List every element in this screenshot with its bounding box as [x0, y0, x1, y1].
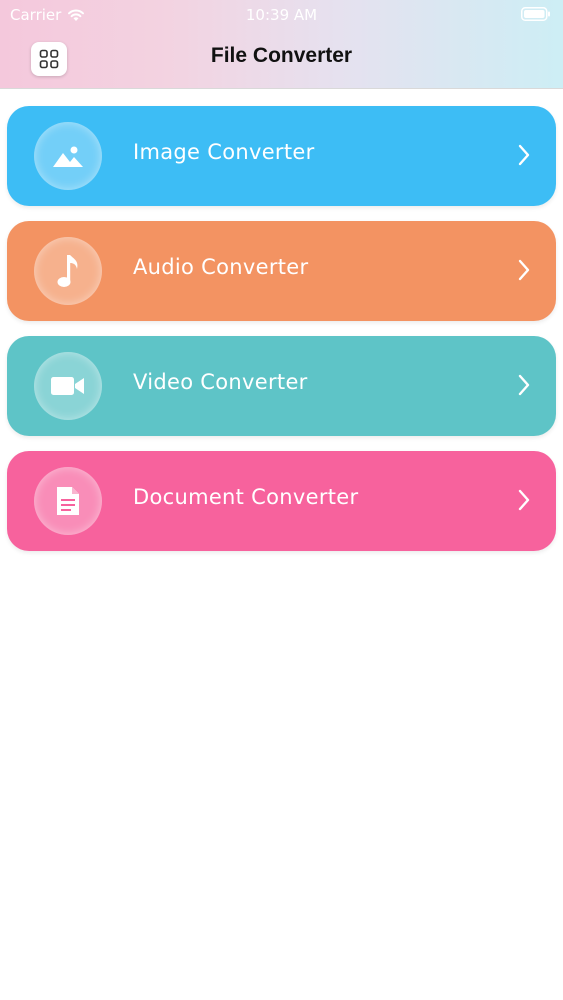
chevron-right-icon [518, 259, 530, 281]
chevron-right-icon [518, 374, 530, 396]
music-note-icon [34, 237, 102, 305]
status-time: 10:39 AM [245, 6, 318, 24]
card-label: Audio Converter [133, 255, 309, 279]
card-label: Document Converter [133, 485, 359, 509]
card-label: Image Converter [133, 140, 315, 164]
image-icon [34, 122, 102, 190]
status-bar: Carrier 10:39 AM [0, 0, 563, 30]
chevron-right-icon [518, 489, 530, 511]
chevron-right-icon [518, 144, 530, 166]
converter-list: Image Converter Audio Converter Video Co… [7, 106, 556, 566]
app-header: Carrier 10:39 AM File Converter [0, 0, 563, 89]
page-title: File Converter [210, 44, 353, 67]
video-converter-card[interactable]: Video Converter [7, 336, 556, 436]
document-icon [34, 467, 102, 535]
battery-icon [521, 7, 551, 21]
document-converter-card[interactable]: Document Converter [7, 451, 556, 551]
video-camera-icon [34, 352, 102, 420]
audio-converter-card[interactable]: Audio Converter [7, 221, 556, 321]
card-label: Video Converter [133, 370, 308, 394]
image-converter-card[interactable]: Image Converter [7, 106, 556, 206]
